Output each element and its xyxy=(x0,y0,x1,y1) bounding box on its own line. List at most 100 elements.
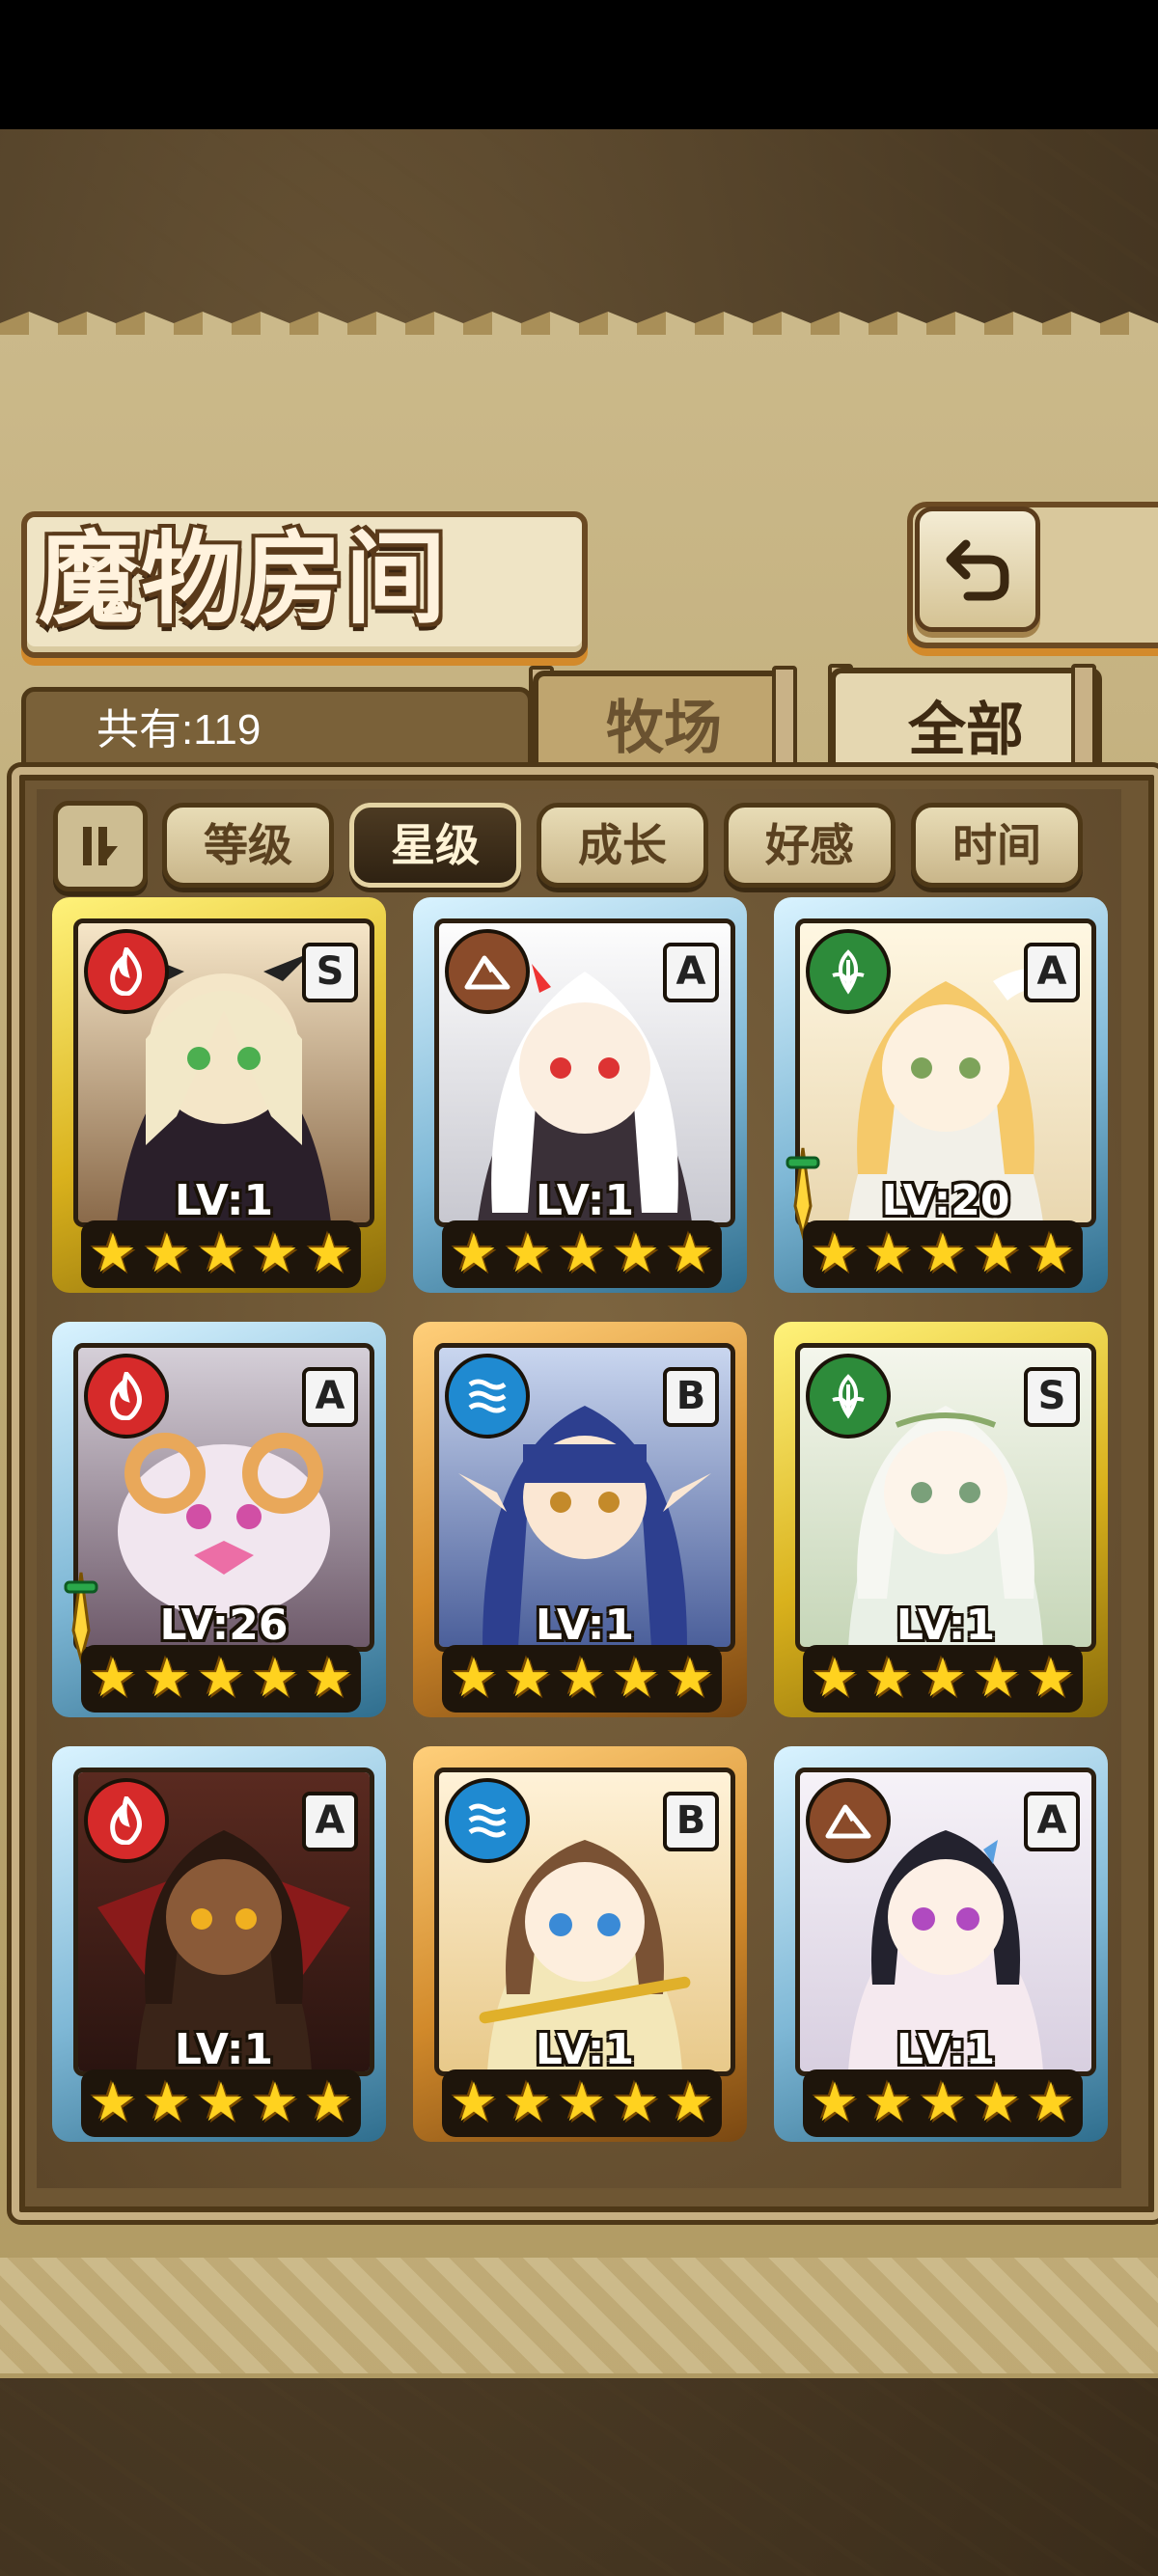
leaf-icon xyxy=(806,929,891,1014)
back-arrow-icon xyxy=(946,539,1009,601)
star-icon: ★ xyxy=(1026,1222,1076,1285)
star-icon: ★ xyxy=(304,1222,354,1285)
star-icon: ★ xyxy=(972,2071,1022,2134)
monster-count: 共有:119 xyxy=(96,706,262,754)
star-icon: ★ xyxy=(611,1647,661,1710)
star-rating: ★ ★ ★ ★ ★ xyxy=(442,2069,722,2137)
flame-icon xyxy=(84,1354,169,1439)
star-icon: ★ xyxy=(665,2071,715,2134)
monster-level: LV:1 xyxy=(174,2025,274,2074)
star-icon: ★ xyxy=(304,2071,354,2134)
star-icon: ★ xyxy=(810,1222,860,1285)
star-rating: ★ ★ ★ ★ ★ xyxy=(803,1220,1083,1288)
mountain-icon xyxy=(445,929,530,1014)
star-icon: ★ xyxy=(196,2071,246,2134)
rank-badge: A xyxy=(663,943,719,1002)
star-icon: ★ xyxy=(304,1647,354,1710)
leaf-icon xyxy=(806,1354,891,1439)
monster-portrait-frame: S LV:1 xyxy=(795,1343,1096,1652)
star-icon: ★ xyxy=(88,1647,138,1710)
star-icon: ★ xyxy=(864,2071,914,2134)
star-icon: ★ xyxy=(810,1647,860,1710)
rank-badge: S xyxy=(302,943,358,1002)
star-icon: ★ xyxy=(864,1647,914,1710)
star-icon: ★ xyxy=(250,1222,300,1285)
monster-level: LV:20 xyxy=(881,1176,1010,1225)
monster-portrait-frame: B LV:1 xyxy=(434,1768,735,2076)
monster-portrait-frame: A LV:1 xyxy=(795,1768,1096,2076)
star-icon: ★ xyxy=(972,1222,1022,1285)
monster-level: LV:26 xyxy=(159,1601,289,1650)
page-title: 魔物房间 xyxy=(39,519,449,638)
star-icon: ★ xyxy=(142,2071,192,2134)
star-icon: ★ xyxy=(611,2071,661,2134)
star-icon: ★ xyxy=(557,1222,607,1285)
monster-level: LV:1 xyxy=(174,1176,274,1225)
monster-portrait-frame: B LV:1 xyxy=(434,1343,735,1652)
star-icon: ★ xyxy=(88,2071,138,2134)
star-rating: ★ ★ ★ ★ ★ xyxy=(81,2069,361,2137)
mountain-icon xyxy=(806,1778,891,1863)
star-icon: ★ xyxy=(918,1222,968,1285)
star-icon: ★ xyxy=(918,2071,968,2134)
sort-button-level[interactable]: 等级 xyxy=(162,803,334,888)
monster-portrait-frame: A LV:1 xyxy=(73,1768,374,2076)
star-icon: ★ xyxy=(810,2071,860,2134)
monster-level: LV:1 xyxy=(896,2025,996,2074)
monster-card[interactable]: A LV:1 ★ ★ ★ ★ ★ xyxy=(52,1746,386,2142)
monster-card[interactable]: S LV:1 ★ ★ ★ ★ ★ xyxy=(52,897,386,1293)
monster-card[interactable]: B LV:1 ★ ★ ★ ★ ★ xyxy=(413,1746,747,2142)
star-rating: ★ ★ ★ ★ ★ xyxy=(442,1220,722,1288)
star-rating: ★ ★ ★ ★ ★ xyxy=(442,1645,722,1713)
star-icon: ★ xyxy=(665,1647,715,1710)
star-rating: ★ ★ ★ ★ ★ xyxy=(803,2069,1083,2137)
star-icon: ★ xyxy=(918,1647,968,1710)
sort-button-affection[interactable]: 好感 xyxy=(724,803,896,888)
rank-badge: B xyxy=(663,1792,719,1851)
monster-card[interactable]: A LV:1 ★ ★ ★ ★ ★ xyxy=(774,1746,1108,2142)
star-icon: ★ xyxy=(449,2071,499,2134)
water-waves-icon xyxy=(445,1778,530,1863)
back-button[interactable] xyxy=(915,507,1040,632)
monster-card[interactable]: S LV:1 ★ ★ ★ ★ ★ xyxy=(774,1322,1108,1717)
star-icon: ★ xyxy=(557,2071,607,2134)
star-icon: ★ xyxy=(250,1647,300,1710)
star-icon: ★ xyxy=(1026,2071,1076,2134)
tab-ranch[interactable]: 牧场 xyxy=(533,671,795,781)
star-icon: ★ xyxy=(142,1222,192,1285)
rank-badge: A xyxy=(302,1367,358,1427)
star-rating: ★ ★ ★ ★ ★ xyxy=(803,1645,1083,1713)
sort-order-toggle[interactable] xyxy=(53,801,148,891)
monster-card[interactable]: B LV:1 ★ ★ ★ ★ ★ xyxy=(413,1322,747,1717)
star-icon: ★ xyxy=(864,1222,914,1285)
monster-card[interactable]: A LV:1 ★ ★ ★ ★ ★ xyxy=(413,897,747,1293)
monster-level: LV:1 xyxy=(896,1601,996,1650)
rank-badge: A xyxy=(302,1792,358,1851)
flame-icon xyxy=(84,929,169,1014)
monster-portrait-frame: S LV:1 xyxy=(73,918,374,1227)
monster-portrait-frame: A LV:26 xyxy=(73,1343,374,1652)
rank-badge: B xyxy=(663,1367,719,1427)
monster-portrait-frame: A LV:1 xyxy=(434,918,735,1227)
star-icon: ★ xyxy=(503,2071,553,2134)
star-icon: ★ xyxy=(972,1647,1022,1710)
sort-button-stars[interactable]: 星级 xyxy=(349,803,521,888)
monster-card[interactable]: A LV:20 ★ ★ ★ ★ ★ xyxy=(774,897,1108,1293)
star-icon: ★ xyxy=(449,1647,499,1710)
sort-button-time[interactable]: 时间 xyxy=(911,803,1083,888)
monster-card[interactable]: A LV:26 ★ ★ ★ ★ ★ xyxy=(52,1322,386,1717)
monster-level: LV:1 xyxy=(535,1176,635,1225)
sort-button-growth[interactable]: 成长 xyxy=(537,803,708,888)
sort-order-icon xyxy=(83,827,118,865)
star-icon: ★ xyxy=(196,1647,246,1710)
rank-badge: S xyxy=(1024,1367,1080,1427)
star-icon: ★ xyxy=(196,1222,246,1285)
star-rating: ★ ★ ★ ★ ★ xyxy=(81,1220,361,1288)
star-icon: ★ xyxy=(665,1222,715,1285)
star-icon: ★ xyxy=(250,2071,300,2134)
monster-portrait-frame: A LV:20 xyxy=(795,918,1096,1227)
star-icon: ★ xyxy=(557,1647,607,1710)
star-icon: ★ xyxy=(1026,1647,1076,1710)
star-icon: ★ xyxy=(503,1647,553,1710)
water-waves-icon xyxy=(445,1354,530,1439)
